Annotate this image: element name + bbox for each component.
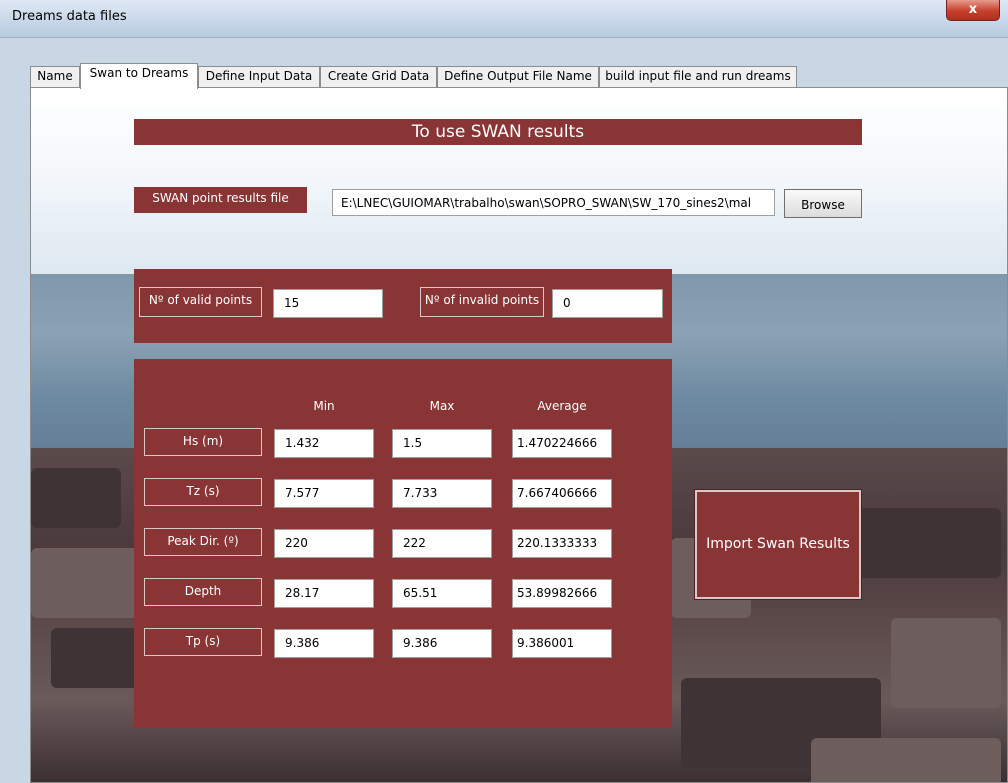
peak-dir-min-input[interactable]: 220 [274,529,374,558]
tz-min-input[interactable]: 7.577 [274,479,374,508]
tp-max-input[interactable]: 9.386 [392,629,492,658]
row-label-peak-dir: Peak Dir. (º) [144,528,262,556]
depth-average-input[interactable]: 53.89982666 [512,579,612,608]
close-button[interactable]: x [946,0,1000,21]
row-label-tz: Tz (s) [144,478,262,506]
peak-dir-average-input[interactable]: 220.1333333 [512,529,612,558]
tab-define-output-file-name[interactable]: Define Output File Name [437,66,599,88]
tp-average-input[interactable]: 9.386001 [512,629,612,658]
peak-dir-max-input[interactable]: 222 [392,529,492,558]
row-label-hs: Hs (m) [144,428,262,456]
invalid-points-input[interactable]: 0 [552,289,663,318]
tab-create-grid-data[interactable]: Create Grid Data [320,66,437,88]
valid-points-input[interactable]: 15 [273,289,383,318]
tab-page: To use SWAN results SWAN point results f… [30,87,1008,783]
window-title: Dreams data files [12,9,127,24]
tab-strip: Name Swan to Dreams Define Input Data Cr… [30,63,1008,89]
tz-max-input[interactable]: 7.733 [392,479,492,508]
hs-max-input[interactable]: 1.5 [392,429,492,458]
points-panel: Nº of valid points 15 Nº of invalid poin… [134,269,672,343]
column-max: Max [429,399,455,413]
tp-min-input[interactable]: 9.386 [274,629,374,658]
statistics-panel: Min Max Average Hs (m) 1.432 1.5 1.47022… [134,359,672,728]
tab-define-input-data[interactable]: Define Input Data [198,66,320,88]
depth-min-input[interactable]: 28.17 [274,579,374,608]
tab-name[interactable]: Name [30,66,80,88]
swan-file-label: SWAN point results file [134,187,307,213]
hs-average-input[interactable]: 1.470224666 [512,429,612,458]
column-average: Average [537,399,587,413]
tab-build-input-file[interactable]: build input file and run dreams [599,66,797,88]
row-label-depth: Depth [144,578,262,606]
title-bar [0,0,1008,38]
swan-file-path-input[interactable]: E:\LNEC\GUIOMAR\trabalho\swan\SOPRO_SWAN… [332,189,775,216]
background-sky [31,88,1007,274]
import-swan-results-button[interactable]: Import Swan Results [694,489,862,600]
browse-button[interactable]: Browse [784,189,862,218]
page-header: To use SWAN results [134,119,862,145]
row-label-tp: Tp (s) [144,628,262,656]
hs-min-input[interactable]: 1.432 [274,429,374,458]
tz-average-input[interactable]: 7.667406666 [512,479,612,508]
column-min: Min [313,399,335,413]
valid-points-label: Nº of valid points [139,287,262,317]
invalid-points-label: Nº of invalid points [420,287,544,317]
depth-max-input[interactable]: 65.51 [392,579,492,608]
tab-swan-to-dreams[interactable]: Swan to Dreams [80,63,198,89]
